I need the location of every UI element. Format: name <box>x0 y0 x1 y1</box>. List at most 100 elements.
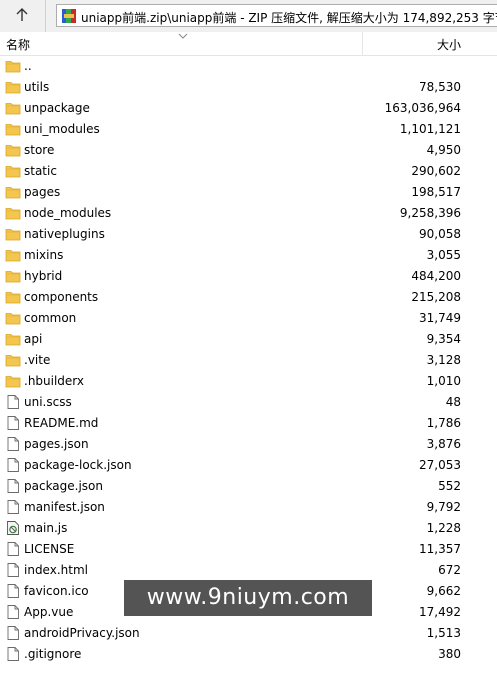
item-size: 48 <box>445 395 461 409</box>
item-name: .gitignore <box>24 647 82 661</box>
folder-icon <box>5 352 21 368</box>
item-size: 11,357 <box>419 542 461 556</box>
item-size: 1,010 <box>426 374 461 388</box>
folder-row[interactable]: static 290,602 <box>0 161 497 182</box>
folder-icon <box>5 247 21 263</box>
file-list: .. utils 78,530 unpackage 163,036,964 uni_mod… <box>0 56 497 665</box>
item-size: 9,258,396 <box>399 206 461 220</box>
folder-icon <box>5 289 21 305</box>
folder-row[interactable]: utils 78,530 <box>0 77 497 98</box>
item-size: 1,513 <box>426 626 461 640</box>
folder-row[interactable]: pages 198,517 <box>0 182 497 203</box>
folder-icon <box>5 100 21 116</box>
file-row[interactable]: manifest.json 9,792 <box>0 497 497 518</box>
watermark: www.9niuym.com <box>124 580 372 616</box>
file-row[interactable]: README.md 1,786 <box>0 413 497 434</box>
item-size: 215,208 <box>411 290 461 304</box>
folder-row[interactable]: store 4,950 <box>0 140 497 161</box>
column-header: 名称 大小 <box>0 32 497 56</box>
item-name: hybrid <box>24 269 63 283</box>
column-divider[interactable] <box>362 32 363 55</box>
file-icon <box>5 415 21 431</box>
folder-row[interactable]: common 31,749 <box>0 308 497 329</box>
item-size: 9,662 <box>426 584 461 598</box>
item-name: index.html <box>24 563 88 577</box>
folder-row[interactable]: mixins 3,055 <box>0 245 497 266</box>
folder-icon <box>5 163 21 179</box>
item-name: README.md <box>24 416 99 430</box>
arrow-up-icon <box>16 8 28 21</box>
folder-icon <box>5 58 21 74</box>
item-size: 17,492 <box>419 605 461 619</box>
item-name: components <box>24 290 99 304</box>
item-name: manifest.json <box>24 500 105 514</box>
item-name: static <box>24 164 57 178</box>
address-bar[interactable]: uniapp前端.zip\uniapp前端 - ZIP 压缩文件, 解压缩大小为… <box>56 4 497 27</box>
item-name: androidPrivacy.json <box>24 626 140 640</box>
item-name: App.vue <box>24 605 74 619</box>
folder-icon <box>5 373 21 389</box>
file-row[interactable]: LICENSE 11,357 <box>0 539 497 560</box>
zip-archive-icon <box>62 9 76 23</box>
file-row[interactable]: package.json 552 <box>0 476 497 497</box>
folder-icon <box>5 331 21 347</box>
folder-icon <box>5 205 21 221</box>
folder-row[interactable]: hybrid 484,200 <box>0 266 497 287</box>
item-name: favicon.ico <box>24 584 89 598</box>
item-name: main.js <box>24 521 68 535</box>
item-size: 290,602 <box>411 164 461 178</box>
folder-row[interactable]: uni_modules 1,101,121 <box>0 119 497 140</box>
folder-icon <box>5 121 21 137</box>
item-size: 78,530 <box>419 80 461 94</box>
item-size: 9,354 <box>426 332 461 346</box>
folder-row[interactable]: nativeplugins 90,058 <box>0 224 497 245</box>
item-name: pages <box>24 185 61 199</box>
folder-row[interactable]: components 215,208 <box>0 287 497 308</box>
item-name: api <box>24 332 43 346</box>
item-name: LICENSE <box>24 542 75 556</box>
item-name: store <box>24 143 55 157</box>
file-icon <box>5 436 21 452</box>
folder-row[interactable]: .vite 3,128 <box>0 350 497 371</box>
item-name: node_modules <box>24 206 112 220</box>
file-row[interactable]: uni.scss 48 <box>0 392 497 413</box>
script-file-icon <box>5 520 21 536</box>
sort-chevron-icon <box>178 33 188 39</box>
file-row[interactable]: package-lock.json 27,053 <box>0 455 497 476</box>
file-icon <box>5 457 21 473</box>
file-icon <box>5 583 21 599</box>
file-row[interactable]: index.html 672 <box>0 560 497 581</box>
column-header-size[interactable]: 大小 <box>437 36 461 53</box>
archive-path-text: uniapp前端.zip\uniapp前端 - ZIP 压缩文件, 解压缩大小为… <box>81 11 497 25</box>
folder-row[interactable]: unpackage 163,036,964 <box>0 98 497 119</box>
folder-row[interactable]: .hbuilderx 1,010 <box>0 371 497 392</box>
file-row[interactable]: pages.json 3,876 <box>0 434 497 455</box>
folder-row[interactable]: .. <box>0 56 497 77</box>
item-size: 3,876 <box>426 437 461 451</box>
file-row[interactable]: androidPrivacy.json 1,513 <box>0 623 497 644</box>
file-icon <box>5 478 21 494</box>
folder-icon <box>5 226 21 242</box>
folder-icon <box>5 268 21 284</box>
item-name: .hbuilderx <box>24 374 85 388</box>
item-size: 9,792 <box>426 500 461 514</box>
toolbar: uniapp前端.zip\uniapp前端 - ZIP 压缩文件, 解压缩大小为… <box>0 0 497 32</box>
item-size: 90,058 <box>419 227 461 241</box>
item-size: 3,128 <box>426 353 461 367</box>
column-header-name[interactable]: 名称 <box>6 36 30 53</box>
item-size: 484,200 <box>411 269 461 283</box>
item-name: package-lock.json <box>24 458 132 472</box>
file-icon <box>5 625 21 641</box>
file-row[interactable]: .gitignore 380 <box>0 644 497 665</box>
file-row[interactable]: main.js 1,228 <box>0 518 497 539</box>
item-size: 163,036,964 <box>384 101 461 115</box>
item-size: 672 <box>438 563 461 577</box>
item-size: 380 <box>438 647 461 661</box>
item-name: utils <box>24 80 50 94</box>
item-name: uni_modules <box>24 122 100 136</box>
folder-row[interactable]: node_modules 9,258,396 <box>0 203 497 224</box>
folder-row[interactable]: api 9,354 <box>0 329 497 350</box>
item-size: 1,228 <box>426 521 461 535</box>
file-icon <box>5 604 21 620</box>
up-folder-button[interactable] <box>0 0 46 32</box>
